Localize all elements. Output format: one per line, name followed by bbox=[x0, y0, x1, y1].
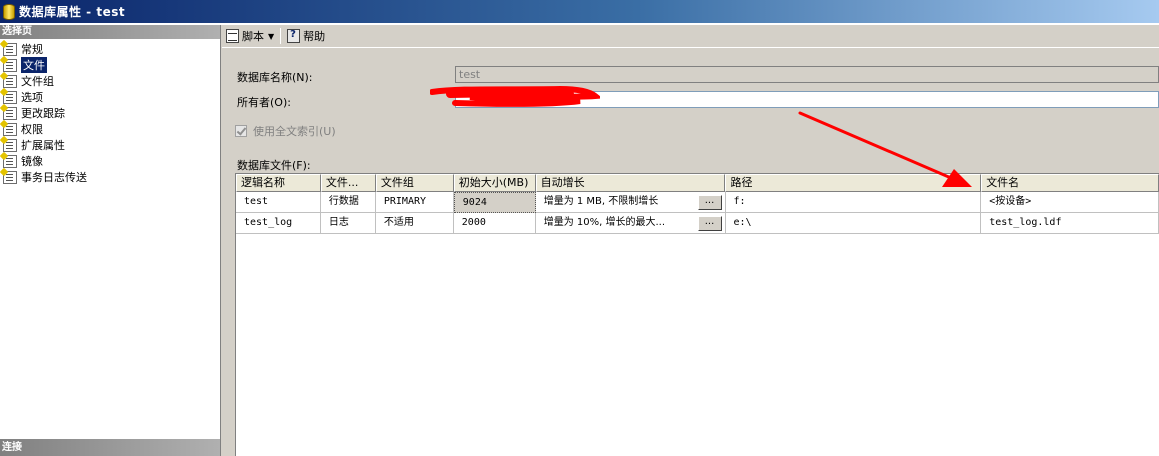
autogrowth-text: 增量为 10%, 增长的最大... bbox=[543, 217, 666, 228]
toolbar: 脚本 ▼ 帮助 bbox=[222, 25, 1159, 48]
owner-label: 所有者(O): bbox=[237, 96, 291, 109]
title-bar: 数据库属性 - test bbox=[0, 0, 1159, 23]
toolbar-separator bbox=[280, 28, 282, 44]
cell-initial-size[interactable]: 9024 bbox=[453, 192, 536, 213]
db-files-label: 数据库文件(F): bbox=[237, 159, 311, 172]
page-icon bbox=[3, 58, 17, 72]
nav-item-permissions[interactable]: 权限 bbox=[0, 121, 220, 137]
fulltext-label: 使用全文索引(U) bbox=[253, 125, 336, 138]
cell-filegroup[interactable]: PRIMARY bbox=[375, 192, 454, 213]
nav-item-filegroups[interactable]: 文件组 bbox=[0, 73, 220, 89]
window-title: 数据库属性 - test bbox=[19, 5, 126, 19]
col-file-type[interactable]: 文件... bbox=[320, 174, 376, 192]
nav-item-mirroring[interactable]: 镜像 bbox=[0, 153, 220, 169]
cell-logical-name[interactable]: test_log bbox=[236, 213, 321, 234]
help-label: 帮助 bbox=[303, 30, 326, 43]
script-icon bbox=[226, 29, 239, 43]
nav-item-extended-properties[interactable]: 扩展属性 bbox=[0, 137, 220, 153]
nav-item-label: 权限 bbox=[21, 123, 43, 136]
page-icon bbox=[3, 42, 17, 56]
help-button[interactable]: 帮助 bbox=[287, 28, 325, 44]
script-label: 脚本 bbox=[242, 30, 264, 43]
col-filegroup[interactable]: 文件组 bbox=[375, 174, 454, 192]
autogrowth-edit-button[interactable]: ... bbox=[697, 215, 722, 231]
nav-item-label: 事务日志传送 bbox=[21, 171, 87, 184]
grid-header: 逻辑名称 文件... 文件组 初始大小(MB) 自动增长 路径 文件名 bbox=[236, 174, 1159, 192]
table-row[interactable]: test_log 日志 不适用 2000 增量为 10%, 增长的最大... .… bbox=[236, 213, 1159, 234]
cell-file-name[interactable]: test_log.ldf bbox=[981, 213, 1159, 234]
autogrowth-edit-button[interactable]: ... bbox=[697, 194, 722, 210]
cell-file-name[interactable]: <按设备> bbox=[981, 192, 1159, 213]
col-initial-size[interactable]: 初始大小(MB) bbox=[453, 174, 536, 192]
col-logical-name[interactable]: 逻辑名称 bbox=[236, 174, 321, 192]
cell-autogrowth: 增量为 1 MB, 不限制增长 ... bbox=[535, 192, 726, 213]
nav-item-label: 更改跟踪 bbox=[21, 107, 65, 120]
chevron-down-icon[interactable]: ▼ bbox=[268, 32, 274, 41]
nav-item-general[interactable]: 常规 bbox=[0, 41, 220, 57]
nav-item-label: 选项 bbox=[21, 91, 43, 104]
nav-item-label: 镜像 bbox=[21, 155, 43, 168]
select-page-pane: 选择页 常规 文件 文件组 选项 更改跟踪 权限 扩展属性 镜像 事务日志传送 … bbox=[0, 25, 221, 456]
col-autogrowth[interactable]: 自动增长 bbox=[535, 174, 726, 192]
nav-item-log-shipping[interactable]: 事务日志传送 bbox=[0, 169, 220, 185]
cell-file-type[interactable]: 行数据 bbox=[320, 192, 376, 213]
nav-item-label: 扩展属性 bbox=[21, 139, 65, 152]
script-button[interactable]: 脚本 ▼ bbox=[226, 28, 274, 44]
nav-item-files[interactable]: 文件 bbox=[0, 57, 220, 73]
page-icon bbox=[3, 170, 17, 184]
page-icon bbox=[3, 138, 17, 152]
cell-path[interactable]: f: bbox=[725, 192, 982, 213]
cell-file-type[interactable]: 日志 bbox=[320, 213, 376, 234]
fulltext-checkbox-row: 使用全文索引(U) bbox=[235, 123, 336, 139]
connection-header: 连接 bbox=[0, 439, 220, 456]
annotation-arrow bbox=[798, 111, 972, 187]
nav-item-label: 常规 bbox=[21, 43, 43, 56]
db-name-label: 数据库名称(N): bbox=[237, 71, 313, 84]
nav-item-label: 文件组 bbox=[21, 75, 54, 88]
page-icon bbox=[3, 74, 17, 88]
nav-item-change-tracking[interactable]: 更改跟踪 bbox=[0, 105, 220, 121]
cell-path[interactable]: e:\ bbox=[725, 213, 982, 234]
autogrowth-text: 增量为 1 MB, 不限制增长 bbox=[543, 196, 659, 207]
table-row[interactable]: test 行数据 PRIMARY 9024 增量为 1 MB, 不限制增长 ..… bbox=[236, 192, 1159, 213]
database-icon bbox=[3, 3, 15, 20]
page-icon bbox=[3, 122, 17, 136]
help-icon bbox=[287, 29, 301, 43]
page-list: 常规 文件 文件组 选项 更改跟踪 权限 扩展属性 镜像 事务日志传送 bbox=[0, 39, 220, 185]
page-icon bbox=[3, 154, 17, 168]
cell-autogrowth: 增量为 10%, 增长的最大... ... bbox=[535, 213, 726, 234]
db-name-field: test bbox=[455, 66, 1159, 83]
nav-item-options[interactable]: 选项 bbox=[0, 89, 220, 105]
select-page-header: 选择页 bbox=[0, 25, 220, 39]
cell-logical-name[interactable]: test bbox=[236, 192, 321, 213]
page-icon bbox=[3, 106, 17, 120]
col-file-name[interactable]: 文件名 bbox=[981, 174, 1159, 192]
fulltext-checkbox bbox=[235, 125, 247, 137]
cell-filegroup[interactable]: 不适用 bbox=[375, 213, 454, 234]
db-files-grid: 逻辑名称 文件... 文件组 初始大小(MB) 自动增长 路径 文件名 test… bbox=[235, 173, 1159, 456]
nav-item-label: 文件 bbox=[21, 57, 47, 73]
cell-initial-size[interactable]: 2000 bbox=[453, 213, 536, 234]
page-icon bbox=[3, 90, 17, 104]
redaction-scribble bbox=[430, 85, 600, 107]
